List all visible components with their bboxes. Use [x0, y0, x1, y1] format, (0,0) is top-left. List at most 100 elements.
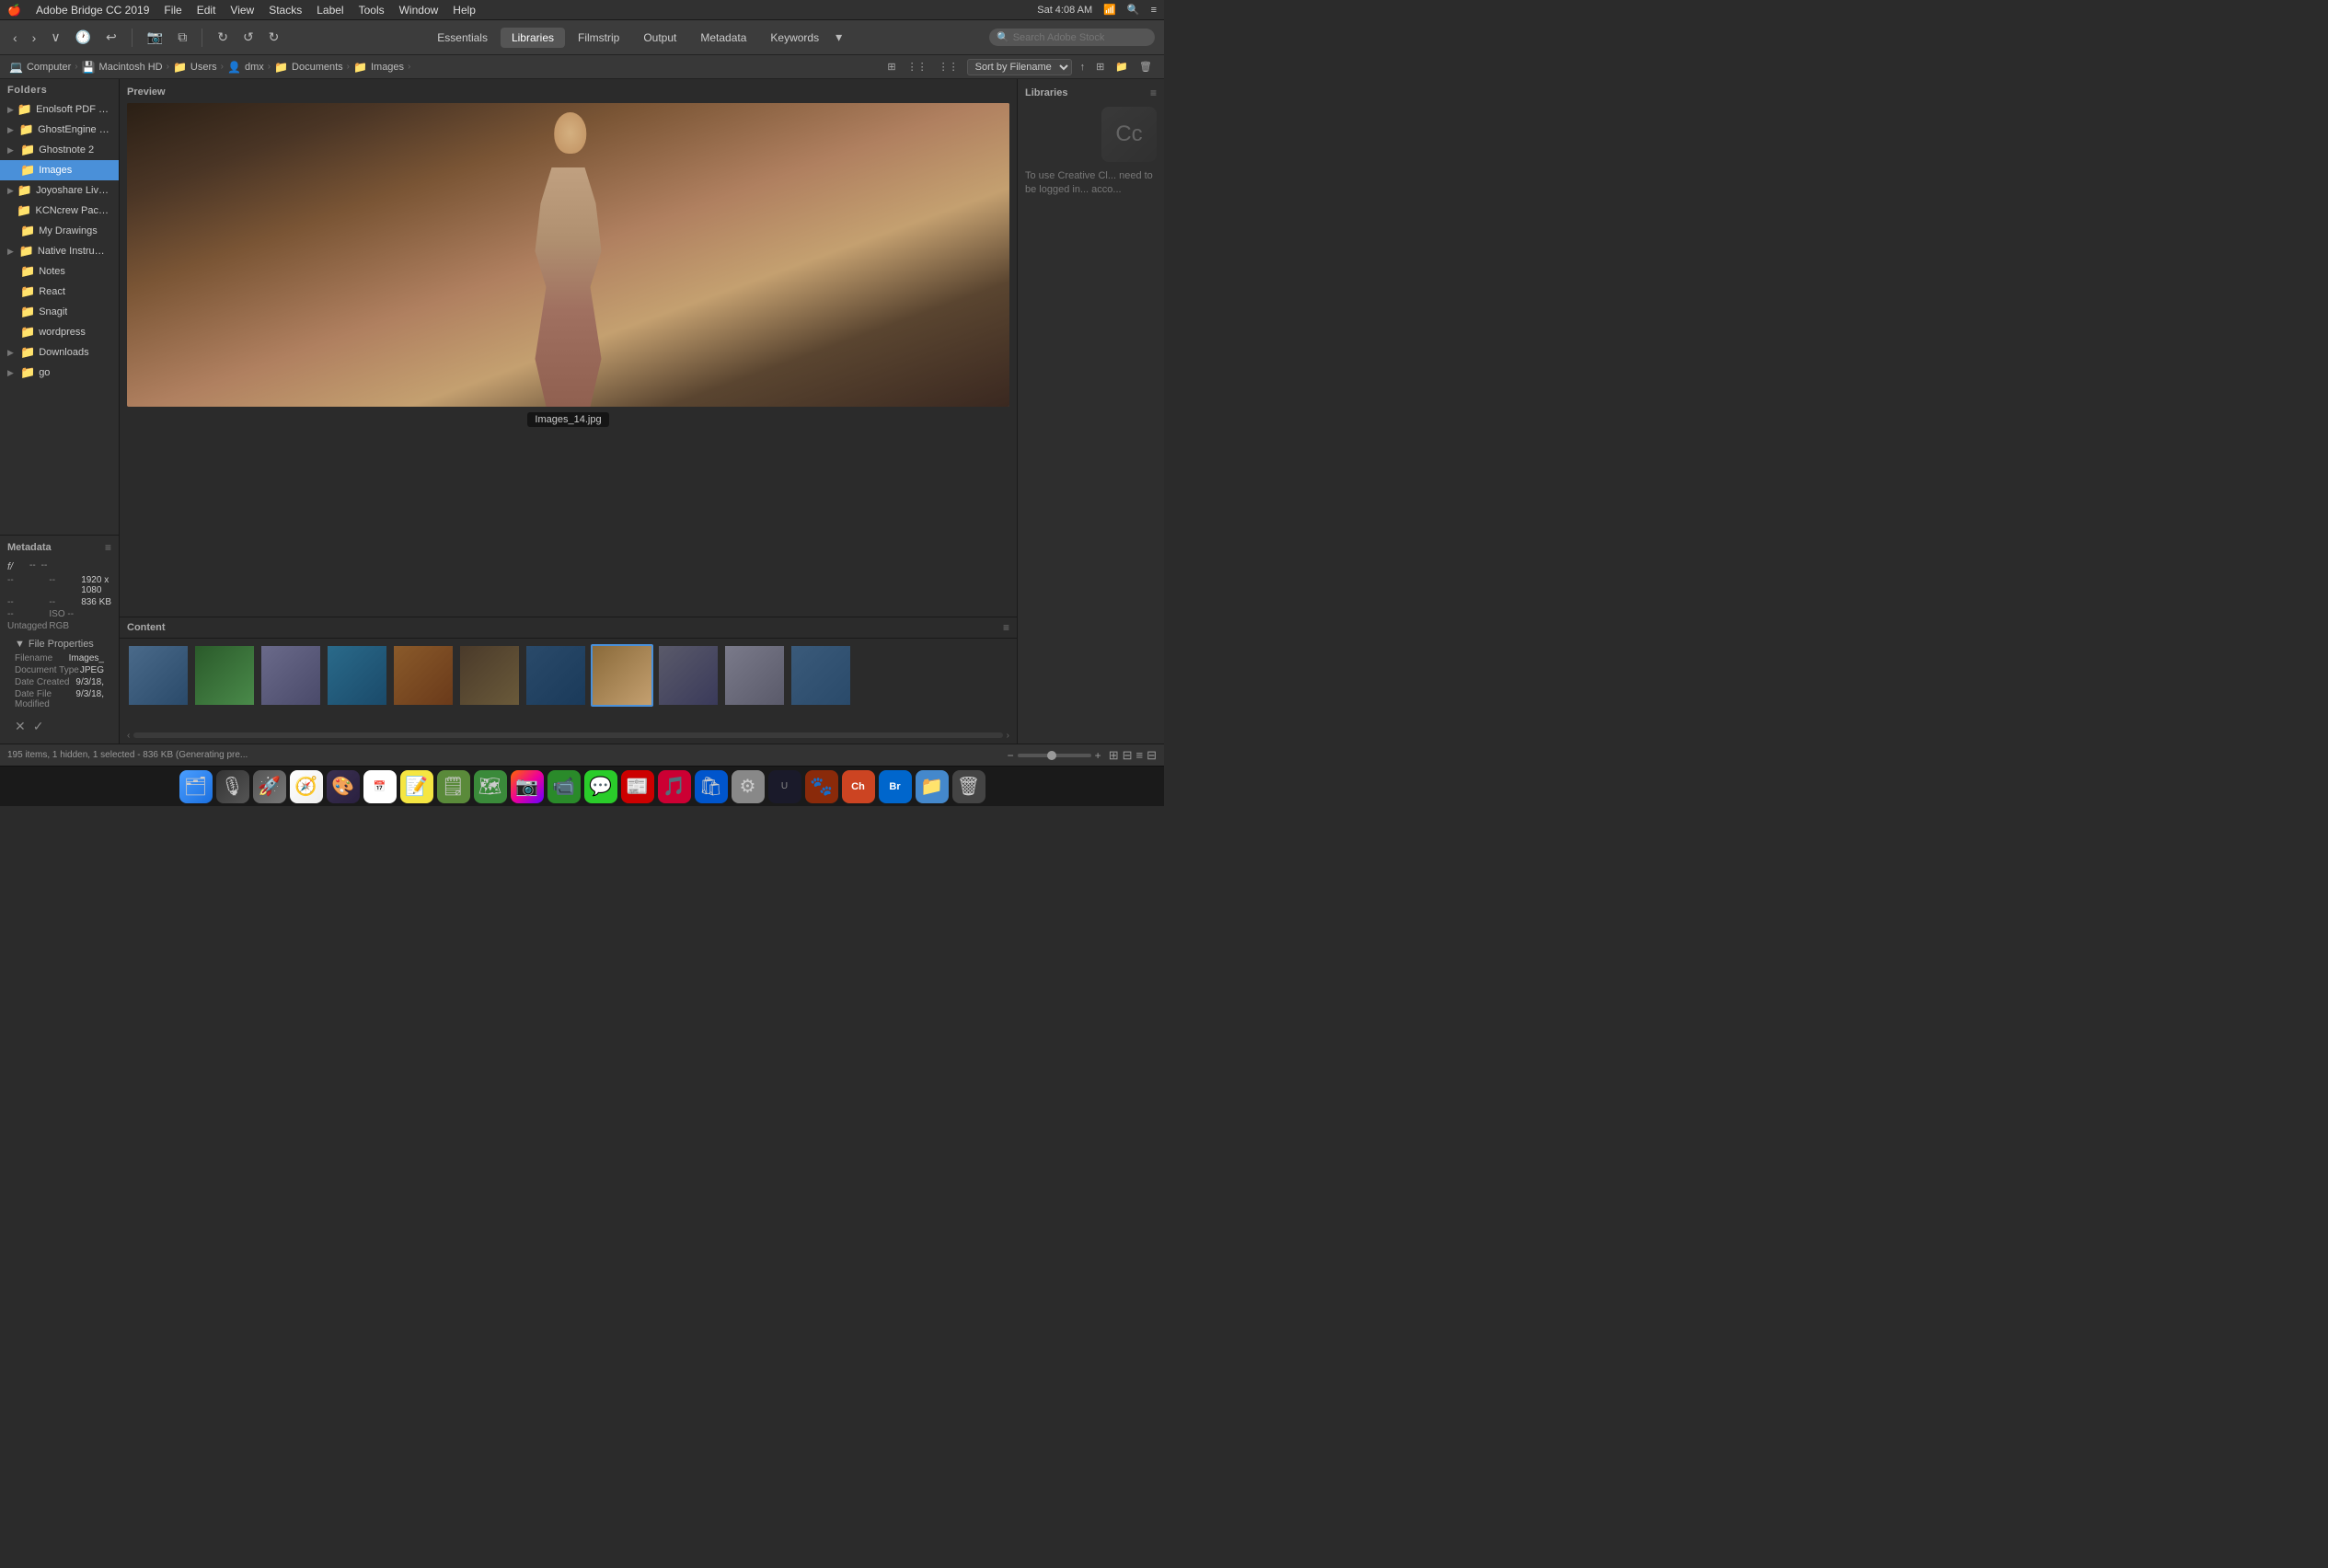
thumbnail-7[interactable]	[591, 644, 653, 707]
delete-button[interactable]: 🗑	[1136, 60, 1155, 74]
dock-notes[interactable]: 📝	[400, 770, 433, 803]
bc-user[interactable]: 👤 dmx	[227, 61, 264, 74]
file-props-header[interactable]: ▼ File Properties	[15, 639, 104, 650]
menu-view[interactable]: View	[230, 4, 254, 17]
tab-metadata[interactable]: Metadata	[689, 28, 757, 48]
tab-output[interactable]: Output	[632, 28, 687, 48]
menu-label[interactable]: Label	[317, 4, 343, 17]
undo-button[interactable]: ↺	[239, 28, 258, 47]
menu-window[interactable]: Window	[399, 4, 439, 17]
forward-button[interactable]: ›	[29, 29, 40, 47]
sort-select[interactable]: Sort by Filename	[967, 59, 1072, 75]
redo-button[interactable]: ↻	[265, 28, 283, 47]
grid-view-button[interactable]: ⊞	[1109, 748, 1119, 763]
dock-appstore[interactable]: 🛍	[695, 770, 728, 803]
dock-bridge[interactable]: Br	[879, 770, 912, 803]
metadata-menu-icon[interactable]: ≡	[105, 541, 111, 554]
folder-item-notes[interactable]: 📁 Notes	[0, 261, 119, 282]
dock-news[interactable]: 📰	[621, 770, 654, 803]
dock-prefs[interactable]: ⚙	[732, 770, 765, 803]
details-view-button[interactable]: ⊟	[1147, 748, 1157, 763]
dropdown-button[interactable]: ∨	[47, 28, 63, 47]
folder-item-kcncrew[interactable]: 📁 KCNcrew Pack 10-15-18...	[0, 201, 119, 221]
thumbnail-5[interactable]	[458, 644, 521, 707]
sys-search-icon[interactable]: 🔍	[1127, 4, 1140, 16]
tab-essentials[interactable]: Essentials	[426, 28, 499, 48]
thumbnail-2[interactable]	[259, 644, 322, 707]
cancel-metadata-button[interactable]: ✕	[15, 719, 26, 734]
thumbnail-4[interactable]	[392, 644, 455, 707]
dock-photos[interactable]: 📷	[511, 770, 544, 803]
thumbnail-6[interactable]	[524, 644, 587, 707]
folder-item-enolsoft[interactable]: ▶ 📁 Enolsoft PDF to Word w...	[0, 99, 119, 120]
thumbnail-10[interactable]	[789, 644, 852, 707]
bc-computer[interactable]: 💻 Computer	[9, 61, 71, 74]
small-grid-button[interactable]: ⊟	[1123, 748, 1133, 763]
bc-hd[interactable]: 💾 Macintosh HD	[82, 61, 163, 74]
thumbnail-9[interactable]	[723, 644, 786, 707]
menu-edit[interactable]: Edit	[197, 4, 216, 17]
dock-stickies[interactable]: 🗒	[437, 770, 470, 803]
apple-menu[interactable]: 🍎	[7, 4, 21, 17]
dock-folder[interactable]: 📁	[916, 770, 949, 803]
folder-item-ghostengine[interactable]: ▶ 📁 GhostEngine Data	[0, 120, 119, 140]
dock-ubar[interactable]: U	[768, 770, 801, 803]
view-toggle-button[interactable]: ⊞	[1093, 60, 1107, 74]
thumbnail-1[interactable]	[193, 644, 256, 707]
back-button[interactable]: ‹	[9, 29, 21, 47]
thumbnail-8[interactable]	[657, 644, 720, 707]
dock-music[interactable]: 🎵	[658, 770, 691, 803]
camera-button[interactable]: 📷	[144, 28, 167, 47]
folder-item-images[interactable]: 📁 Images	[0, 160, 119, 180]
folder-item-snagit[interactable]: 📁 Snagit	[0, 302, 119, 322]
stock-search-box[interactable]: 🔍	[989, 29, 1155, 46]
folder-item-native[interactable]: ▶ 📁 Native Instruments	[0, 241, 119, 261]
thumbnail-3[interactable]	[326, 644, 388, 707]
thumbnail-0[interactable]	[127, 644, 190, 707]
copy-button[interactable]: ⧉	[174, 28, 190, 47]
tab-keywords[interactable]: Keywords	[759, 28, 830, 48]
folder-item-react[interactable]: 📁 React	[0, 282, 119, 302]
scroll-bar[interactable]: ‹ ›	[120, 727, 1017, 744]
confirm-metadata-button[interactable]: ✓	[33, 719, 44, 734]
bc-images[interactable]: 📁 Images	[353, 61, 404, 74]
menu-stacks[interactable]: Stacks	[269, 4, 302, 17]
view-options-button[interactable]: ⊞	[884, 60, 898, 74]
dock-launchpad[interactable]: 🚀	[253, 770, 286, 803]
dock-facetime[interactable]: 📹	[547, 770, 581, 803]
dock-character[interactable]: Ch	[842, 770, 875, 803]
folder-item-go[interactable]: ▶ 📁 go	[0, 363, 119, 383]
menu-file[interactable]: File	[164, 4, 181, 17]
tab-filmstrip[interactable]: Filmstrip	[567, 28, 630, 48]
zoom-out-button[interactable]: −	[1008, 749, 1014, 762]
menu-app-name[interactable]: Adobe Bridge CC 2019	[36, 4, 149, 17]
folder-item-downloads[interactable]: ▶ 📁 Downloads	[0, 342, 119, 363]
dock-siri[interactable]: 🎙	[216, 770, 249, 803]
sort-dir-button[interactable]: ↑	[1078, 61, 1089, 74]
folder-item-ghostnote[interactable]: ▶ 📁 Ghostnote 2	[0, 140, 119, 160]
list-view-button[interactable]: ≡	[1136, 748, 1144, 763]
filter-button[interactable]: ⋮⋮	[905, 60, 930, 74]
dock-paw[interactable]: 🐾	[805, 770, 838, 803]
zoom-in-button[interactable]: +	[1095, 749, 1101, 762]
bc-users[interactable]: 📁 Users	[173, 61, 217, 74]
dock-master[interactable]: 🎨	[327, 770, 360, 803]
dock-safari[interactable]: 🧭	[290, 770, 323, 803]
dock-trash[interactable]: 🗑	[952, 770, 985, 803]
new-folder-button[interactable]: 📁	[1112, 60, 1131, 74]
zoom-slider[interactable]	[1018, 754, 1091, 757]
stock-search-input[interactable]	[1013, 32, 1147, 43]
sort-options-button[interactable]: ⋮⋮	[936, 60, 962, 74]
more-tabs-button[interactable]: ▾	[832, 28, 846, 48]
return-button[interactable]: ↩	[102, 28, 121, 47]
bc-docs[interactable]: 📁 Documents	[274, 61, 343, 74]
dock-calendar[interactable]: 📅	[363, 770, 397, 803]
sys-menu-icon[interactable]: ≡	[1151, 5, 1157, 16]
content-menu-icon[interactable]: ≡	[1003, 621, 1009, 634]
folder-item-mydrawings[interactable]: 📁 My Drawings	[0, 221, 119, 241]
libraries-menu-icon[interactable]: ≡	[1150, 86, 1157, 99]
folder-item-wordpress[interactable]: 📁 wordpress	[0, 322, 119, 342]
folder-item-joyoshare[interactable]: ▶ 📁 Joyoshare LivePhoto Co...	[0, 180, 119, 201]
tab-libraries[interactable]: Libraries	[501, 28, 565, 48]
history-button[interactable]: 🕐	[72, 28, 95, 47]
